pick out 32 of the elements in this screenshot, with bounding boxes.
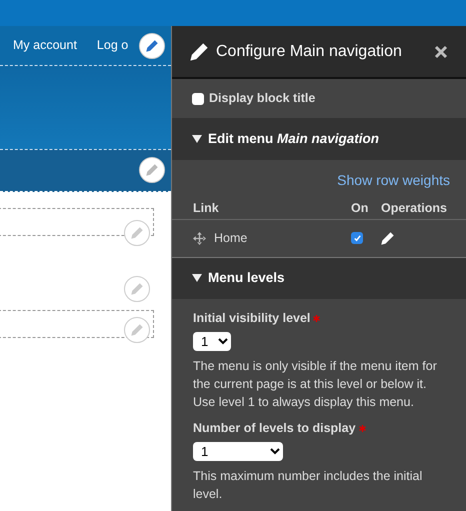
pencil-icon xyxy=(381,232,394,245)
edit-button[interactable] xyxy=(139,157,165,183)
section-header[interactable]: Menu levels xyxy=(172,258,466,299)
section-header[interactable]: Edit menu Main navigation xyxy=(172,118,466,160)
menu-link[interactable]: Home xyxy=(214,229,248,248)
enabled-checkbox[interactable] xyxy=(351,232,363,244)
pencil-icon xyxy=(131,227,143,239)
panel-title: Configure Main navigation xyxy=(216,42,403,62)
nav-link[interactable]: Log o xyxy=(96,36,128,55)
checkbox[interactable] xyxy=(192,92,204,105)
triangle-icon xyxy=(192,273,202,284)
close-button[interactable] xyxy=(434,44,448,59)
field-label: Number of levels to display xyxy=(193,419,448,438)
checkbox-label: Display block title xyxy=(209,90,316,108)
field-label: Initial visibility level xyxy=(193,308,448,328)
column-header: Link xyxy=(193,200,219,217)
field-description: This maximum number includes the initial level. xyxy=(193,468,424,503)
pencil-icon xyxy=(131,283,143,295)
column-header: On xyxy=(351,200,368,215)
pencil-icon xyxy=(146,164,158,176)
drag-handle-icon[interactable] xyxy=(193,232,206,245)
column-header: Operations xyxy=(381,200,447,215)
edit-button[interactable] xyxy=(139,33,165,59)
field-description: The menu is only visible if the menu item for the current page is at this level or below it. Use level 1 to always display this menu. xyxy=(193,358,438,411)
pencil-icon xyxy=(146,40,158,52)
pencil-icon xyxy=(131,324,143,336)
nav-link[interactable]: My account xyxy=(13,36,77,55)
pencil-icon xyxy=(190,42,208,61)
select-field[interactable]: 1 xyxy=(193,442,283,461)
triangle-icon xyxy=(192,134,202,144)
select-field[interactable]: 1 xyxy=(193,332,231,351)
show-row-weights-link[interactable]: Show row weights xyxy=(337,170,450,191)
